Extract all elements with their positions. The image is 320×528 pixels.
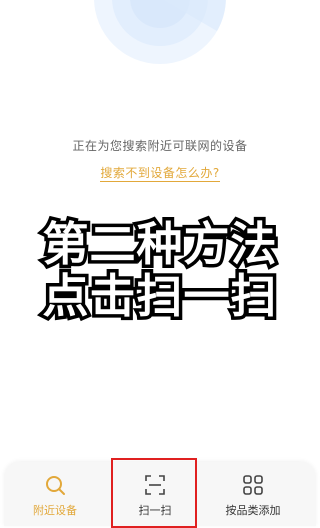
overlay-caption-line1: 第二种方法 [39, 215, 280, 274]
overlay-caption-line2: 点击扫一扫 [39, 267, 280, 326]
cannot-find-device-link[interactable]: 搜索不到设备怎么办? [0, 164, 320, 182]
scan-tab-highlight-box [111, 458, 197, 528]
search-status-text: 正在为您搜索附近可联网的设备 [72, 139, 248, 153]
cannot-find-device-link-label: 搜索不到设备怎么办? [100, 166, 220, 182]
tab-nearby-devices-label: 附近设备 [33, 504, 77, 517]
tab-nearby-devices[interactable]: 附近设备 [10, 462, 100, 526]
tab-add-by-category[interactable]: 按品类添加 [208, 462, 298, 526]
radar-scan-animation [94, 0, 226, 64]
grid-icon [243, 475, 263, 495]
search-icon [46, 476, 65, 495]
tab-add-by-category-label: 按品类添加 [225, 504, 281, 517]
